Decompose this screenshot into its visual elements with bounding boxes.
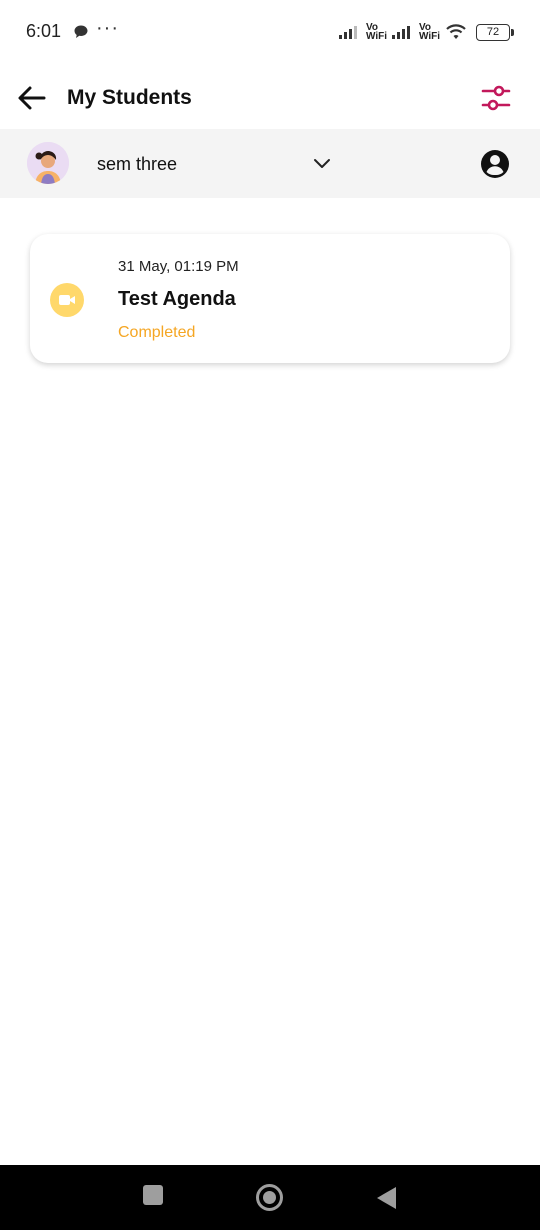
signal-icon bbox=[391, 26, 410, 39]
meeting-card[interactable]: 31 May, 01:19 PM Test Agenda Completed bbox=[30, 234, 510, 363]
system-nav-bar bbox=[0, 1165, 540, 1230]
battery-indicator: 72 bbox=[476, 23, 514, 41]
signal-icon bbox=[338, 26, 357, 39]
status-time: 6:01 bbox=[26, 21, 62, 41]
vowifi-label: Vo WiFi bbox=[365, 22, 387, 42]
status-indicators: Vo WiFi Vo WiFi 72 bbox=[338, 20, 514, 44]
message-bubble-icon bbox=[74, 25, 88, 38]
meeting-status: Completed bbox=[118, 324, 196, 341]
page-title: My Students bbox=[67, 86, 192, 109]
group-name: sem three bbox=[97, 154, 178, 174]
circle-icon[interactable] bbox=[256, 1184, 283, 1211]
square-icon[interactable] bbox=[143, 1185, 163, 1205]
sliders-icon[interactable] bbox=[480, 82, 512, 114]
meeting-title: Test Agenda bbox=[118, 288, 236, 310]
group-selector[interactable]: sem three bbox=[0, 129, 540, 198]
meeting-date: 31 May, 01:19 PM bbox=[118, 258, 239, 275]
account-circle-icon[interactable] bbox=[480, 149, 510, 179]
triangle-back-icon[interactable] bbox=[377, 1187, 396, 1209]
video-camera-icon bbox=[59, 295, 75, 305]
more-notifications-icon: ··· bbox=[96, 17, 119, 39]
chevron-down-icon[interactable] bbox=[310, 151, 334, 175]
meeting-type-badge bbox=[50, 283, 84, 317]
app-bar: My Students bbox=[0, 66, 540, 129]
status-bar: 6:01 ··· Vo WiFi Vo WiFi 72 bbox=[0, 0, 540, 66]
wifi-icon bbox=[446, 24, 466, 39]
user-illustration-icon bbox=[27, 142, 69, 184]
arrow-left-icon[interactable] bbox=[16, 82, 48, 114]
avatar bbox=[27, 142, 69, 184]
vowifi-label: Vo WiFi bbox=[418, 22, 440, 42]
